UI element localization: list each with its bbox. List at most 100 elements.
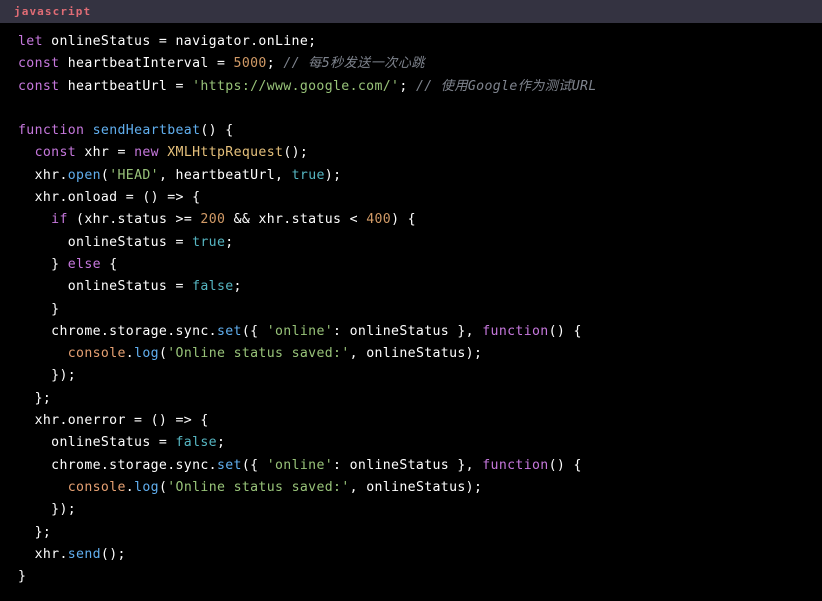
code-token-plain: xhr = — [76, 145, 135, 161]
code-token-plain: onlineStatus = — [18, 435, 176, 451]
code-token-plain: ({ — [241, 323, 267, 339]
code-token-plain: heartbeatUrl = — [59, 78, 193, 94]
code-token-str: 'HEAD' — [109, 167, 159, 183]
code-line: console.log('Online status saved:', onli… — [0, 343, 822, 365]
code-token-kw: const — [34, 145, 77, 161]
code-token-const: true — [192, 234, 226, 250]
code-line: onlineStatus = true; — [0, 232, 822, 254]
code-token-plain: } — [18, 301, 60, 317]
code-token-plain: chrome.storage.sync. — [18, 323, 217, 339]
code-token-str: 'Online status saved:' — [167, 346, 350, 362]
code-block: javascript let onlineStatus = navigator.… — [0, 0, 822, 601]
code-token-str: 'online' — [266, 457, 334, 473]
code-token-kw: function — [18, 123, 85, 139]
code-token-plain: && xhr.status < — [225, 212, 367, 228]
code-token-plain: heartbeatInterval = — [59, 56, 234, 72]
code-token-kw: const — [18, 78, 60, 94]
code-token-plain: ; — [225, 234, 234, 250]
code-token-plain: ); — [324, 167, 342, 183]
code-token-plain: ; — [266, 56, 284, 72]
code-line: }; — [0, 522, 822, 544]
code-token-fn: set — [216, 323, 242, 339]
code-token-plain: , onlineStatus); — [349, 346, 483, 362]
code-token-kw: const — [18, 56, 60, 72]
code-line: } else { — [0, 254, 822, 276]
code-token-plain: ) { — [391, 212, 416, 228]
code-token-plain: }; — [18, 390, 52, 406]
code-token-kw: if — [51, 212, 68, 228]
code-token-plain: : onlineStatus }, — [333, 323, 483, 339]
code-token-plain: chrome.storage.sync. — [18, 457, 217, 473]
code-line: } — [0, 299, 822, 321]
code-token-cls: XMLHttpRequest — [167, 145, 284, 161]
code-token-plain: onlineStatus = — [18, 279, 193, 295]
code-line: }; — [0, 388, 822, 410]
code-token-comment: // 使用Google作为测试URL — [415, 78, 597, 94]
code-token-num: 200 — [200, 212, 226, 228]
code-token-plain: ( — [158, 479, 168, 495]
code-token-plain: ; — [233, 279, 242, 295]
code-line: if (xhr.status >= 200 && xhr.status < 40… — [0, 209, 822, 231]
code-token-str: 'https://www.google.com/' — [192, 78, 400, 94]
code-token-plain: }); — [18, 368, 77, 384]
code-lines: let onlineStatus = navigator.onLine; cons… — [0, 31, 822, 588]
code-token-plain: . — [125, 479, 135, 495]
code-line: xhr.send(); — [0, 544, 822, 566]
code-token-kw: else — [67, 256, 101, 272]
code-token-fn: log — [134, 479, 159, 495]
code-token-kw: let — [18, 34, 43, 49]
code-token-fn: open — [67, 167, 101, 183]
code-token-plain: () { — [548, 323, 582, 339]
code-line: const heartbeatUrl = 'https://www.google… — [0, 76, 822, 98]
code-token-plain: ({ — [241, 457, 267, 473]
code-token-plain: xhr.onload = () => { — [18, 190, 201, 206]
code-line: chrome.storage.sync.set({ 'online': onli… — [0, 321, 822, 343]
code-token-plain: }; — [18, 524, 52, 540]
code-token-plain: onlineStatus = — [18, 234, 193, 250]
code-token-const: false — [192, 279, 234, 295]
code-line: xhr.open('HEAD', heartbeatUrl, true); — [0, 165, 822, 187]
code-token-plain: . — [125, 346, 135, 362]
code-line: xhr.onerror = () => { — [0, 410, 822, 432]
code-token-obj: console — [67, 479, 126, 495]
code-token-kw: function — [482, 457, 549, 473]
code-line: }); — [0, 499, 822, 521]
code-token-const: true — [291, 167, 325, 183]
code-content-area[interactable]: let onlineStatus = navigator.onLine; cons… — [0, 23, 822, 601]
code-token-plain: (xhr.status >= — [67, 212, 201, 228]
code-token-num: 400 — [366, 212, 392, 228]
code-token-plain: { — [100, 256, 118, 272]
code-token-const: false — [175, 435, 217, 451]
code-token-plain: xhr. — [18, 546, 68, 562]
code-token-plain: () { — [548, 457, 582, 473]
code-line: onlineStatus = false; — [0, 432, 822, 454]
code-line: const xhr = new XMLHttpRequest(); — [0, 142, 822, 164]
code-line: console.log('Online status saved:', onli… — [0, 477, 822, 499]
code-line: let onlineStatus = navigator.onLine; — [0, 31, 822, 53]
code-token-plain: onlineStatus = navigator.onLine; — [42, 34, 317, 49]
code-line: function sendHeartbeat() { — [0, 120, 822, 142]
code-line: }); — [0, 365, 822, 387]
code-token-plain: ; — [399, 78, 416, 94]
code-token-plain: ( — [158, 346, 168, 362]
code-token-fn: set — [216, 457, 242, 473]
code-token-plain: (); — [283, 145, 309, 161]
code-token-plain: }); — [18, 502, 77, 518]
code-token-num: 5000 — [233, 56, 267, 72]
code-line: const heartbeatInterval = 5000; // 每5秒发送… — [0, 53, 822, 75]
code-language-header: javascript — [0, 0, 822, 23]
code-token-plain: : onlineStatus }, — [333, 457, 483, 473]
code-token-plain: , onlineStatus); — [349, 479, 483, 495]
code-line: } — [0, 566, 822, 588]
code-token-obj: console — [67, 346, 126, 362]
code-token-str: 'online' — [266, 323, 334, 339]
code-token-kw: function — [482, 323, 549, 339]
code-language-label: javascript — [14, 5, 92, 18]
